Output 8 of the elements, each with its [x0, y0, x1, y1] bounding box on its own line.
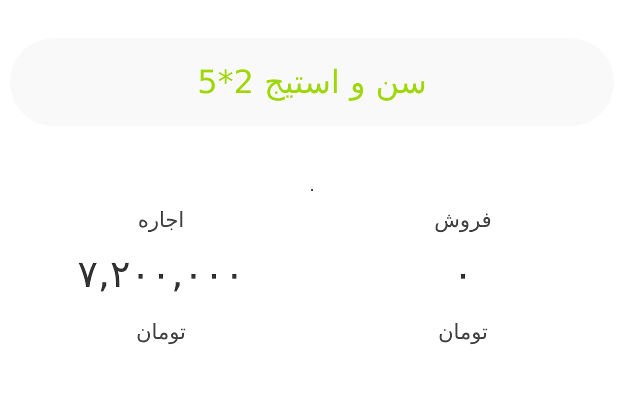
- price-amount: ۰: [452, 251, 474, 298]
- separator-dot: .: [309, 176, 315, 196]
- price-label: اجاره: [138, 207, 184, 234]
- price-amount: ۷,۲۰۰,۰۰۰: [77, 251, 245, 298]
- currency-unit: تومان: [438, 319, 488, 346]
- price-label: فروش: [434, 207, 492, 234]
- currency-unit: تومان: [136, 319, 186, 346]
- product-title: سن و استیج 2*5: [197, 62, 427, 103]
